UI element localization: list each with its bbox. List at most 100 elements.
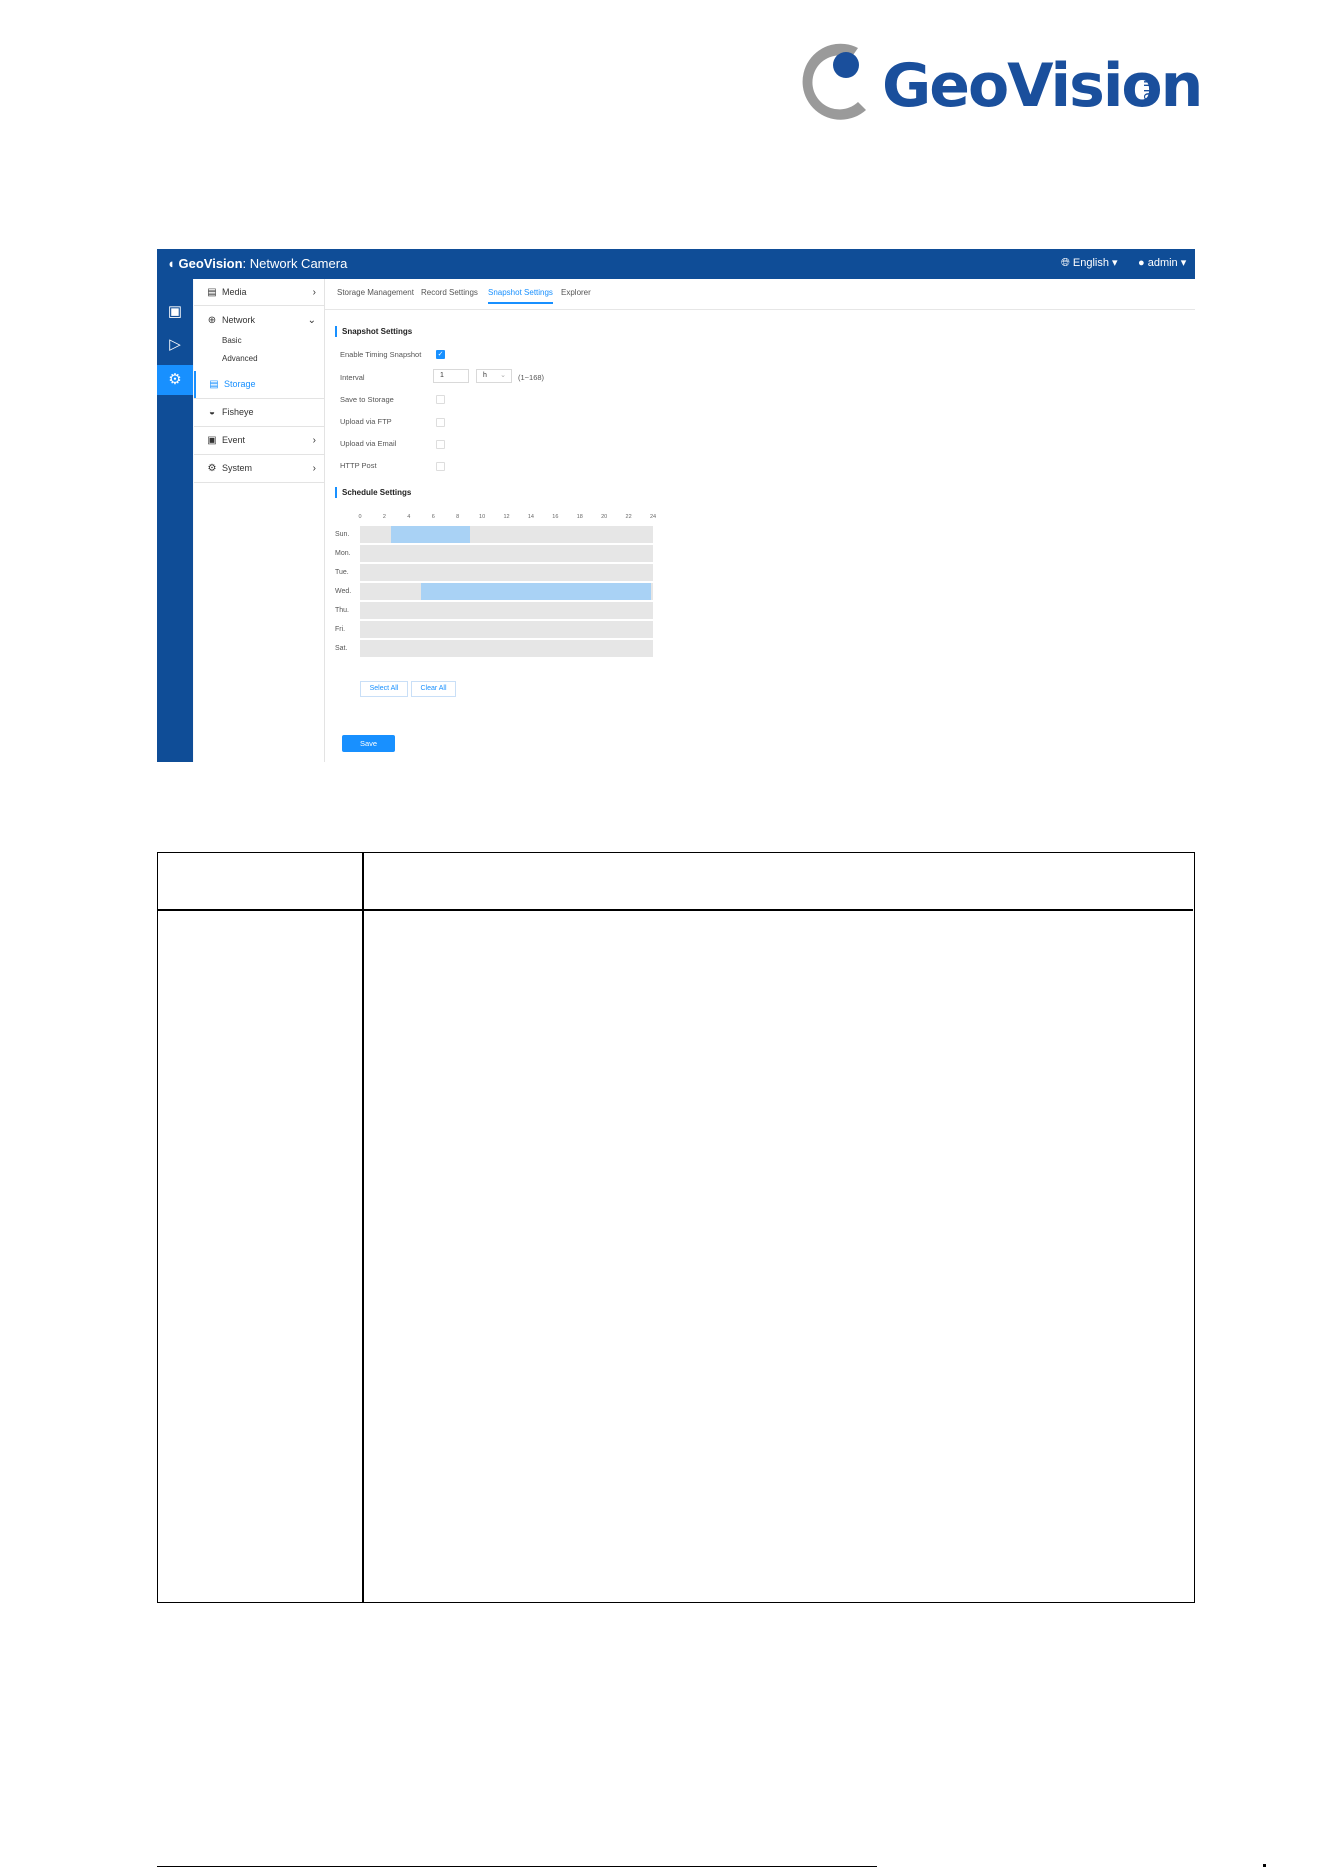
globe-icon: ⊕ bbox=[207, 315, 217, 326]
interval-input[interactable]: 1 bbox=[433, 369, 469, 383]
tab-explorer[interactable]: Explorer bbox=[561, 288, 591, 297]
chevron-down-icon: ⌄ bbox=[307, 315, 316, 326]
interval-unit-select[interactable]: h ⌄ bbox=[476, 369, 512, 383]
http-post-checkbox[interactable] bbox=[436, 462, 445, 471]
main-content: Storage Management Record Settings Snaps… bbox=[325, 279, 1195, 762]
nav-subitem-advanced[interactable]: Advanced bbox=[194, 350, 324, 368]
nav-item-storage[interactable]: ▤ Storage bbox=[194, 371, 326, 398]
enable-timing-label: Enable Timing Snapshot bbox=[340, 350, 422, 359]
table-divider bbox=[158, 909, 1193, 911]
hour-tick-label: 10 bbox=[479, 514, 486, 520]
tab-snapshot-settings[interactable]: Snapshot Settings bbox=[488, 288, 553, 304]
schedule-row[interactable] bbox=[360, 526, 653, 543]
table-divider bbox=[362, 853, 364, 1602]
schedule-row[interactable] bbox=[360, 583, 653, 600]
live-view-icon[interactable]: ▣ bbox=[157, 297, 193, 327]
brand-name: GeoVision bbox=[178, 256, 243, 271]
user-icon: ● bbox=[1138, 257, 1145, 269]
chevron-right-icon: › bbox=[312, 463, 316, 474]
save-to-storage-label: Save to Storage bbox=[340, 395, 394, 404]
day-label: Thu. bbox=[335, 607, 350, 614]
chevron-down-icon: ▾ bbox=[1180, 257, 1187, 269]
settings-gear-icon[interactable]: ⚙ bbox=[157, 365, 193, 395]
clear-all-button[interactable]: Clear All bbox=[411, 681, 456, 697]
language-selector[interactable]: 🌐︎ English ▾ bbox=[1061, 256, 1118, 270]
hour-tick-label: 24 bbox=[649, 514, 657, 520]
hour-tick-label: 6 bbox=[431, 514, 435, 520]
schedule-row[interactable] bbox=[360, 602, 653, 619]
playback-icon[interactable]: ▷ bbox=[157, 330, 193, 360]
hour-tick-label: 4 bbox=[407, 514, 411, 520]
day-label: Fri. bbox=[335, 626, 346, 633]
hour-tick-label: 12 bbox=[503, 514, 510, 520]
nav-item-network[interactable]: ⊕ Network ⌄ bbox=[194, 307, 324, 334]
nav-item-system[interactable]: ⚙ System › bbox=[194, 455, 324, 482]
hour-tick-label: 22 bbox=[625, 514, 632, 520]
camera-web-ui: ◖ GeoVision: Network Camera 🌐︎ English ▾… bbox=[157, 249, 1195, 762]
select-all-button[interactable]: Select All bbox=[360, 681, 408, 697]
chevron-right-icon: › bbox=[312, 287, 316, 298]
tab-record-settings[interactable]: Record Settings bbox=[421, 288, 478, 297]
media-icon: ▤ bbox=[207, 287, 217, 298]
nav-item-fisheye[interactable]: ◒ Fisheye bbox=[194, 399, 324, 426]
hour-tick-label: 14 bbox=[527, 514, 534, 520]
interval-range: (1~168) bbox=[518, 373, 545, 382]
day-label: Sat. bbox=[335, 645, 348, 652]
hour-tick-label: 18 bbox=[576, 514, 583, 520]
divider bbox=[194, 482, 324, 483]
footer-mark bbox=[1263, 1864, 1266, 1867]
description-table bbox=[157, 852, 1195, 1603]
enable-timing-checkbox[interactable]: ✓ bbox=[436, 350, 445, 359]
schedule-settings-heading: Schedule Settings bbox=[335, 487, 411, 498]
hour-tick-label: 2 bbox=[382, 514, 386, 520]
schedule-row[interactable] bbox=[360, 640, 653, 657]
geovision-logo: GeoVision inc bbox=[796, 38, 1203, 128]
day-label: Wed. bbox=[335, 588, 352, 595]
user-label: admin bbox=[1147, 257, 1178, 269]
system-icon: ⚙ bbox=[207, 463, 217, 474]
hour-tick-label: 0 bbox=[358, 514, 362, 520]
footer-rule bbox=[157, 1866, 877, 1867]
hour-tick-label: 20 bbox=[601, 514, 608, 520]
nav-item-media[interactable]: ▤ Media › bbox=[194, 279, 324, 306]
schedule-range[interactable] bbox=[421, 583, 651, 600]
http-post-label: HTTP Post bbox=[340, 461, 377, 470]
schedule-grid[interactable]: 0 2 4 6 8 10 12 14 16 18 20 22 24 Sun. Mon. Tue. Wed. Thu… bbox=[335, 514, 657, 669]
save-to-storage-checkbox[interactable] bbox=[436, 395, 445, 404]
icon-sidebar: ▣ ▷ ⚙ bbox=[157, 279, 193, 762]
user-menu[interactable]: ● admin ▾ bbox=[1138, 256, 1186, 269]
upload-email-label: Upload via Email bbox=[340, 439, 397, 448]
globe-icon: 🌐︎ bbox=[1061, 257, 1070, 269]
language-label: English bbox=[1072, 257, 1109, 269]
day-label: Tue. bbox=[335, 569, 349, 576]
day-label: Mon. bbox=[335, 550, 351, 557]
upload-email-checkbox[interactable] bbox=[436, 440, 445, 449]
tab-storage-management[interactable]: Storage Management bbox=[337, 288, 414, 297]
nav-item-event[interactable]: ▣ Event › bbox=[194, 427, 324, 454]
divider bbox=[194, 305, 324, 306]
schedule-row[interactable] bbox=[360, 564, 653, 581]
brand-logo-icon: ◖ bbox=[167, 256, 175, 271]
upload-ftp-checkbox[interactable] bbox=[436, 418, 445, 427]
top-bar: ◖ GeoVision: Network Camera 🌐︎ English ▾… bbox=[157, 249, 1195, 279]
hour-tick-label: 16 bbox=[552, 514, 559, 520]
chevron-right-icon: › bbox=[312, 435, 316, 446]
brand-title: ◖ GeoVision: Network Camera bbox=[167, 256, 347, 271]
interval-label: Interval bbox=[340, 373, 365, 382]
chevron-down-icon: ⌄ bbox=[500, 372, 506, 379]
event-icon: ▣ bbox=[207, 435, 217, 446]
nav-subitem-basic[interactable]: Basic bbox=[194, 332, 324, 350]
schedule-row[interactable] bbox=[360, 545, 653, 562]
tab-bar: Storage Management Record Settings Snaps… bbox=[325, 279, 1195, 310]
chevron-down-icon: ▾ bbox=[1112, 257, 1118, 269]
geovision-logo-mark-icon bbox=[802, 43, 866, 120]
schedule-range[interactable] bbox=[390, 526, 470, 543]
upload-ftp-label: Upload via FTP bbox=[340, 417, 392, 426]
snapshot-settings-heading: Snapshot Settings bbox=[335, 326, 412, 337]
hour-tick-label: 8 bbox=[456, 514, 460, 520]
schedule-row[interactable] bbox=[360, 621, 653, 638]
save-button[interactable]: Save bbox=[342, 735, 395, 752]
logo-suffix: inc bbox=[1140, 80, 1157, 101]
storage-icon: ▤ bbox=[209, 379, 219, 390]
brand-product: : Network Camera bbox=[242, 256, 348, 271]
